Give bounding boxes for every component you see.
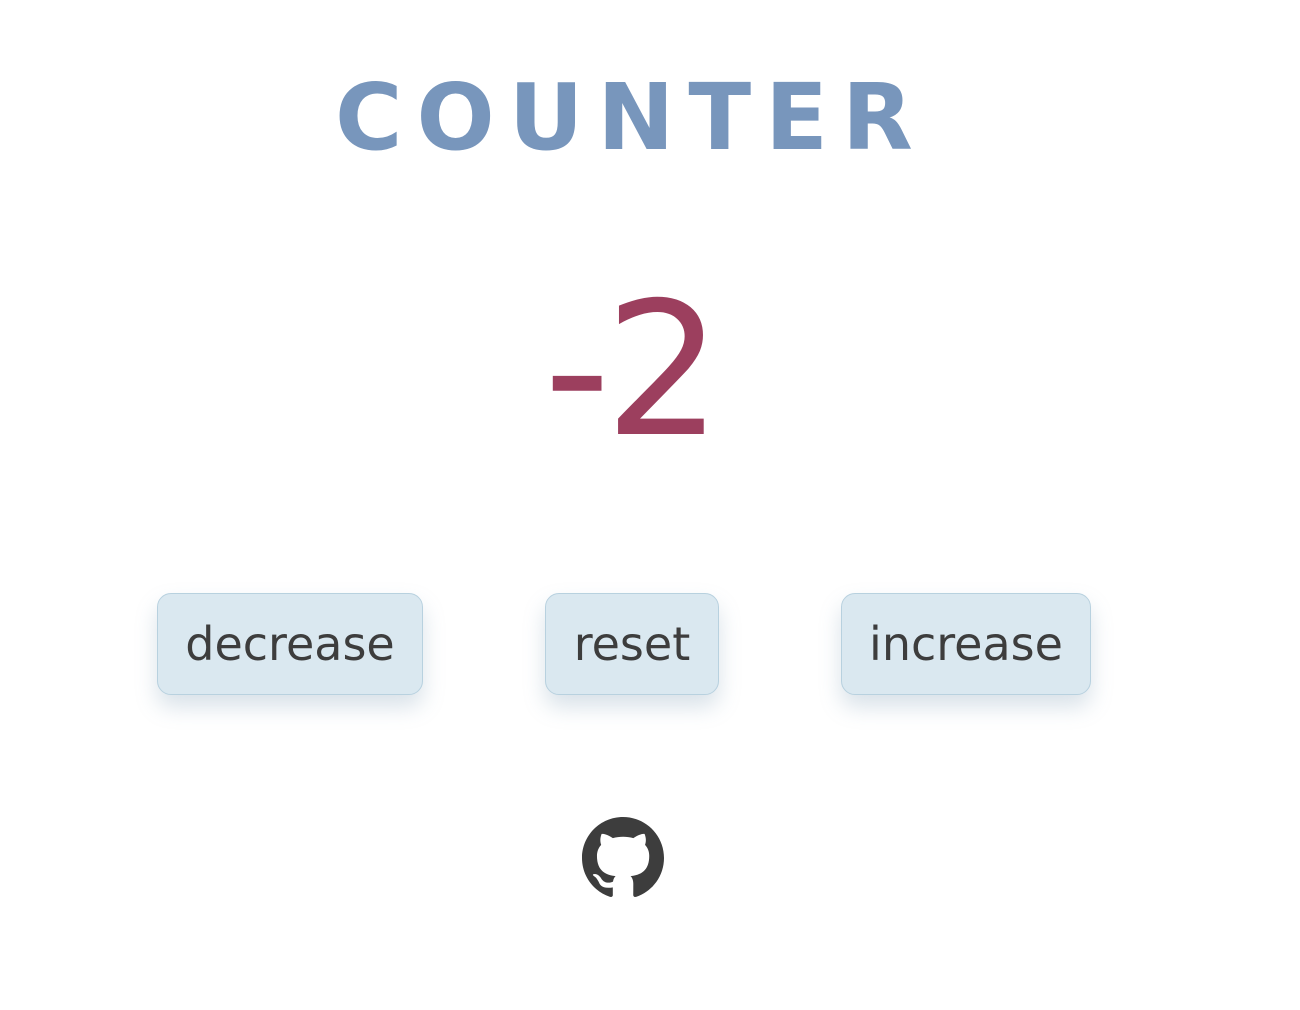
counter-value: -2 <box>543 261 722 478</box>
counter-page: COUNTER -2 decrease reset increase <box>0 0 1300 1010</box>
github-link[interactable] <box>582 817 664 899</box>
page-title: COUNTER <box>335 63 927 171</box>
github-icon <box>582 817 664 897</box>
increase-button[interactable]: increase <box>841 593 1091 695</box>
reset-button[interactable]: reset <box>545 593 719 695</box>
decrease-button[interactable]: decrease <box>157 593 423 695</box>
